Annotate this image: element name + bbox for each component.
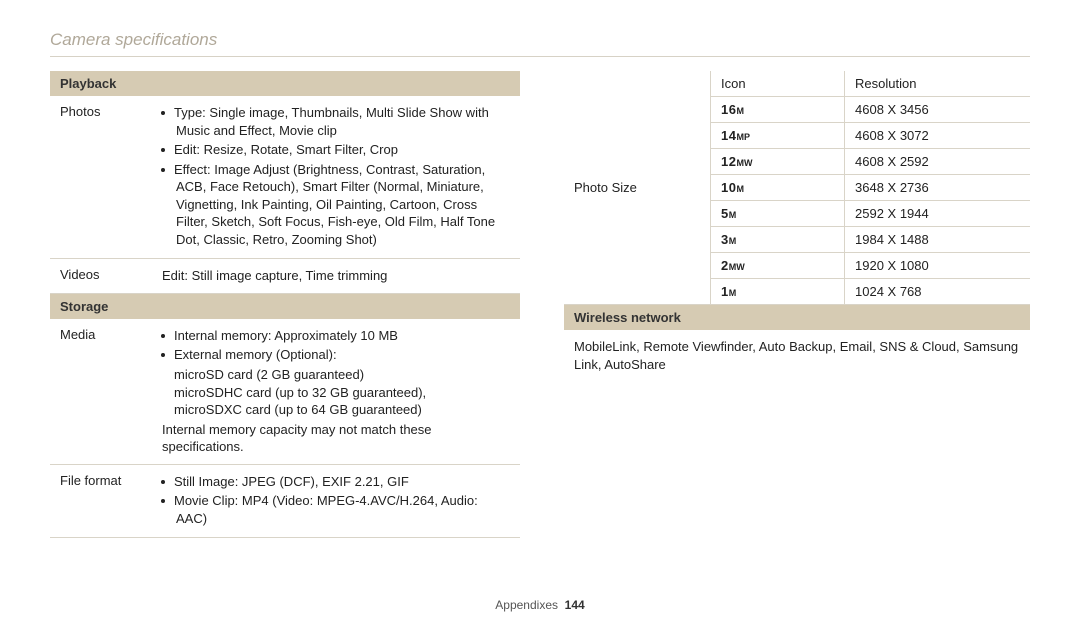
section-header-playback: Playback — [50, 71, 520, 96]
note: Internal memory capacity may not match t… — [162, 421, 510, 456]
bullet: Effect: Image Adjust (Brightness, Contra… — [176, 161, 510, 249]
spec-label: Photo Size — [564, 71, 710, 304]
resolution-value: 3648 X 2736 — [845, 175, 1030, 200]
table-row: 2MW 1920 X 1080 — [710, 253, 1030, 279]
resolution-table: Icon Resolution 16M 4608 X 3456 14MP 460… — [710, 71, 1030, 304]
page-footer: Appendixes 144 — [0, 598, 1080, 612]
table-row: 14MP 4608 X 3072 — [710, 123, 1030, 149]
col-header-resolution: Resolution — [845, 71, 1030, 96]
columns: Playback Photos Type: Single image, Thum… — [50, 71, 1030, 538]
table-row: 3M 1984 X 1488 — [710, 227, 1030, 253]
spec-row-videos: Videos Edit: Still image capture, Time t… — [50, 259, 520, 294]
size-icon: 14MP — [710, 123, 845, 148]
spec-row-fileformat: File format Still Image: JPEG (DCF), EXI… — [50, 465, 520, 539]
right-column: Photo Size Icon Resolution 16M 4608 X 34… — [564, 71, 1030, 538]
size-icon: 5M — [710, 201, 845, 226]
page-body: Camera specifications Playback Photos Ty… — [0, 0, 1080, 558]
resolution-value: 4608 X 3072 — [845, 123, 1030, 148]
resolution-value: 2592 X 1944 — [845, 201, 1030, 226]
photo-size-block: Photo Size Icon Resolution 16M 4608 X 34… — [564, 71, 1030, 305]
bullet: Type: Single image, Thumbnails, Multi Sl… — [176, 104, 510, 139]
spec-label: Photos — [60, 104, 162, 119]
size-icon: 2MW — [710, 253, 845, 278]
wireless-text: MobileLink, Remote Viewfinder, Auto Back… — [564, 330, 1030, 381]
bullet: Movie Clip: MP4 (Video: MPEG-4.AVC/H.264… — [176, 492, 510, 527]
spec-label: Media — [60, 327, 162, 342]
subline: microSDHC card (up to 32 GB guaranteed), — [162, 384, 510, 402]
size-icon: 12MW — [710, 149, 845, 174]
size-icon: 3M — [710, 227, 845, 252]
bullet: Edit: Resize, Rotate, Smart Filter, Crop — [176, 141, 510, 159]
table-row: 10M 3648 X 2736 — [710, 175, 1030, 201]
section-header-wireless: Wireless network — [564, 305, 1030, 330]
resolution-value: 1984 X 1488 — [845, 227, 1030, 252]
spec-row-media: Media Internal memory: Approximately 10 … — [50, 319, 520, 465]
left-column: Playback Photos Type: Single image, Thum… — [50, 71, 520, 538]
spec-label: File format — [60, 473, 162, 488]
spec-value: Type: Single image, Thumbnails, Multi Sl… — [162, 104, 510, 250]
table-row: 12MW 4608 X 2592 — [710, 149, 1030, 175]
size-icon: 10M — [710, 175, 845, 200]
size-icon: 16M — [710, 97, 845, 122]
bullet: Still Image: JPEG (DCF), EXIF 2.21, GIF — [176, 473, 510, 491]
subline: microSDXC card (up to 64 GB guaranteed) — [162, 401, 510, 419]
resolution-value: 1920 X 1080 — [845, 253, 1030, 278]
resolution-value: 4608 X 3456 — [845, 97, 1030, 122]
spec-label: Videos — [60, 267, 162, 282]
table-header-row: Icon Resolution — [710, 71, 1030, 97]
resolution-value: 1024 X 768 — [845, 279, 1030, 304]
page-title: Camera specifications — [50, 30, 1030, 50]
spec-value: Still Image: JPEG (DCF), EXIF 2.21, GIF … — [162, 473, 510, 530]
table-row: 16M 4608 X 3456 — [710, 97, 1030, 123]
spec-value: Edit: Still image capture, Time trimming — [162, 267, 510, 285]
spec-row-photos: Photos Type: Single image, Thumbnails, M… — [50, 96, 520, 259]
page-number: 144 — [565, 598, 585, 612]
spec-value: Internal memory: Approximately 10 MB Ext… — [162, 327, 510, 456]
table-row: 1M 1024 X 768 — [710, 279, 1030, 304]
table-row: 5M 2592 X 1944 — [710, 201, 1030, 227]
resolution-value: 4608 X 2592 — [845, 149, 1030, 174]
subline: microSD card (2 GB guaranteed) — [162, 366, 510, 384]
footer-section: Appendixes — [495, 598, 558, 612]
divider — [50, 56, 1030, 57]
size-icon: 1M — [710, 279, 845, 304]
col-header-icon: Icon — [710, 71, 845, 96]
bullet: External memory (Optional): — [176, 346, 510, 364]
bullet: Internal memory: Approximately 10 MB — [176, 327, 510, 345]
section-header-storage: Storage — [50, 294, 520, 319]
